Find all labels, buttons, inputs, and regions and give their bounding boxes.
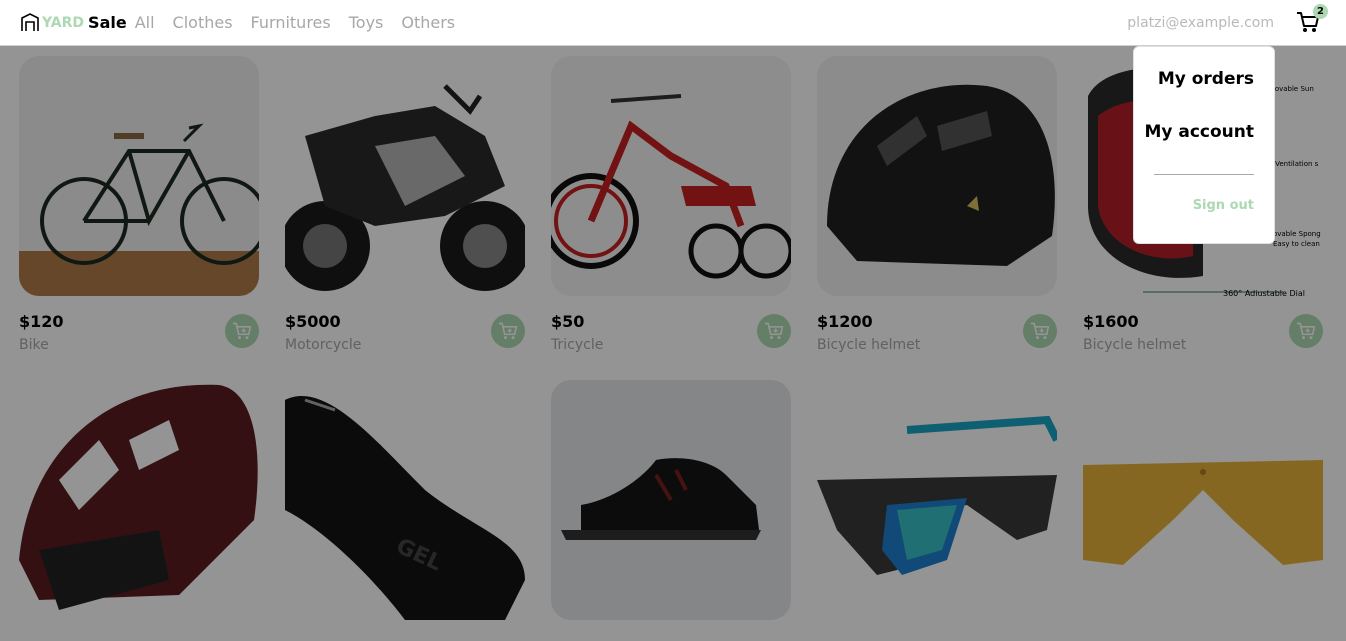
my-account-link[interactable]: My account [1144,122,1254,142]
nav-link-toys[interactable]: Toys [349,0,384,46]
logo-yard: YARD [42,14,85,31]
user-email[interactable]: platzi@example.com [1127,15,1274,31]
my-orders-link[interactable]: My orders [1158,69,1254,89]
logo[interactable]: YARD Sale [20,0,127,46]
menu-divider [1154,174,1254,175]
nav-link-others[interactable]: Others [401,0,455,46]
nav-link-furnitures[interactable]: Furnitures [251,0,331,46]
navbar: YARD Sale All Clothes Furnitures Toys Ot… [0,0,1346,46]
cart-button[interactable]: 2 [1296,3,1328,36]
category-nav: All Clothes Furnitures Toys Others [135,0,473,46]
nav-link-all[interactable]: All [135,0,155,46]
nav-right: platzi@example.com 2 [1127,3,1328,36]
sign-out-link[interactable]: Sign out [1193,198,1254,213]
account-dropdown-menu: My orders My account Sign out [1133,46,1275,244]
logo-sale: Sale [88,13,127,32]
store-icon [21,12,39,31]
cart-count-badge: 2 [1313,3,1328,19]
nav-link-clothes[interactable]: Clothes [173,0,233,46]
